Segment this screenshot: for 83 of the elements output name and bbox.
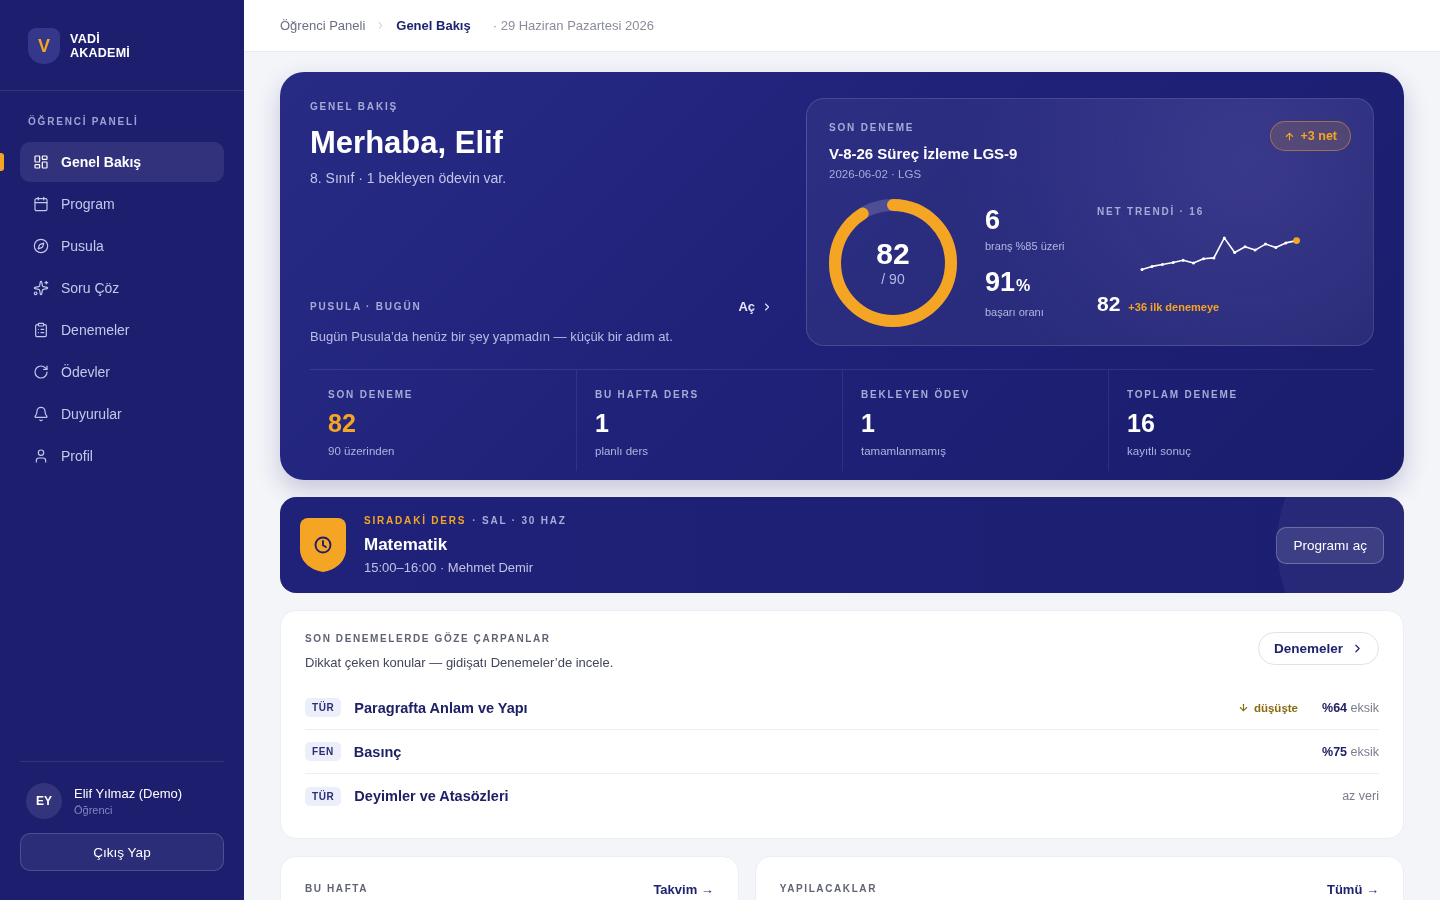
highlight-value: 6 bbox=[985, 205, 1002, 235]
sidebar-item[interactable]: Ödevler bbox=[20, 352, 224, 392]
score-max: / 90 bbox=[881, 270, 905, 288]
highlight-label: başarı oranı bbox=[985, 305, 1045, 319]
active-indicator bbox=[0, 153, 4, 171]
stat-value: 1 bbox=[595, 408, 610, 438]
exam-meta: 2026-06-02 · LGS bbox=[829, 167, 923, 181]
subject-tag: TÜR bbox=[305, 698, 342, 717]
calendar-icon bbox=[33, 196, 49, 212]
stat-value: 16 bbox=[1127, 408, 1156, 438]
stat-note: tamamlanmamış bbox=[861, 444, 947, 458]
greeting-subtitle: 8. Sınıf · 1 bekleyen ödevin var. bbox=[310, 169, 508, 187]
program-button[interactable]: Programı aç bbox=[1276, 526, 1384, 564]
net-change-value: +3 net bbox=[1300, 129, 1337, 143]
stat-note: 90 üzerinden bbox=[328, 444, 396, 458]
stat-label: BU HAFTA DERS bbox=[595, 388, 700, 401]
sidebar-item[interactable]: Duyurular bbox=[20, 394, 224, 434]
greeting-title: Merhaba, Elif bbox=[310, 125, 504, 161]
breadcrumb-link[interactable]: Öğrenci Paneli bbox=[280, 18, 366, 33]
sparkles-icon bbox=[33, 280, 49, 296]
dashboard-icon bbox=[33, 154, 49, 170]
bell-icon bbox=[33, 406, 49, 422]
highlight-value: 91% bbox=[985, 267, 1032, 299]
eyebrow-label: GENEL BAKIŞ bbox=[310, 100, 399, 113]
topic-title: Deyimler ve Atasözleri bbox=[354, 788, 510, 804]
trend-label: NET TRENDİ · 16 bbox=[1097, 205, 1205, 218]
sidebar-item[interactable]: Genel Bakış bbox=[20, 142, 224, 182]
user-role: Öğrenci bbox=[74, 802, 114, 817]
lesson-date: · SAL · 30 HAZ bbox=[472, 514, 567, 527]
stat-value: 1 bbox=[861, 408, 876, 438]
highlight-label: branş %85 üzeri bbox=[985, 239, 1066, 253]
stat-note: planlı ders bbox=[595, 444, 650, 458]
exam-title: V-8-26 Süreç İzleme LGS-9 bbox=[829, 144, 1018, 164]
lesson-subject: Matematik bbox=[364, 534, 449, 556]
exam-label: SON DENEME bbox=[829, 121, 916, 134]
clock-icon bbox=[300, 518, 346, 572]
stat-note: kayıtlı sonuç bbox=[1127, 444, 1192, 458]
user-name: Elif Yılmaz (Demo) bbox=[74, 785, 183, 802]
focus-title: SON DENEMELERDE GÖZE ÇARPANLAR bbox=[305, 632, 552, 645]
trend-value: 82 bbox=[1097, 292, 1121, 316]
header-date: · 29 Haziran Pazartesi 2026 bbox=[492, 18, 654, 33]
sidebar-item[interactable]: Program bbox=[20, 184, 224, 224]
sidebar-item[interactable]: Denemeler bbox=[20, 310, 224, 350]
compass-icon bbox=[33, 238, 49, 254]
topic-status: az veri bbox=[1342, 789, 1379, 803]
topic-status: %75 eksik bbox=[1322, 744, 1379, 759]
section-label: ÖĞRENCİ PANELİ bbox=[28, 115, 140, 128]
stat-label: BEKLEYEN ÖDEV bbox=[861, 388, 971, 401]
arrow-down-icon bbox=[1237, 702, 1249, 713]
logout-button[interactable]: Çıkış Yap bbox=[20, 833, 224, 871]
arrow-up-icon bbox=[1283, 130, 1295, 142]
breadcrumb-current: Genel Bakış bbox=[396, 18, 471, 33]
clipboard-icon bbox=[33, 322, 49, 338]
subject-tag: TÜR bbox=[305, 786, 342, 806]
stat-label: TOPLAM DENEME bbox=[1127, 388, 1239, 401]
compass-message: Bugün Pusula’da henüz bir şey yapmadın — küçük bir adım at. bbox=[310, 328, 674, 346]
compass-label: PUSULA · BUGÜN bbox=[310, 300, 422, 313]
lesson-label: SIRADAKİ DERS bbox=[364, 514, 467, 527]
subject-tag: FEN bbox=[305, 742, 341, 761]
rotate-arrow-icon bbox=[33, 364, 49, 380]
brand-name: VADİ AKADEMİ bbox=[70, 32, 131, 60]
sidebar-item[interactable]: Profil bbox=[20, 436, 224, 476]
card-link[interactable]: Tümü → bbox=[1327, 882, 1379, 897]
card-title: BU HAFTA bbox=[305, 882, 369, 895]
topic-title: Basınç bbox=[353, 743, 403, 760]
exams-button[interactable]: Denemeler bbox=[1257, 632, 1379, 665]
score-value: 82 bbox=[876, 238, 910, 270]
stat-value: 82 bbox=[328, 408, 357, 438]
open-link[interactable]: Aç bbox=[738, 299, 773, 314]
logo-mark: V bbox=[28, 28, 60, 64]
card-link[interactable]: Takvim → bbox=[653, 882, 714, 897]
sidebar-item[interactable]: Pusula bbox=[20, 226, 224, 266]
sidebar-item[interactable]: Soru Çöz bbox=[20, 268, 224, 308]
user-icon bbox=[33, 448, 49, 464]
card-title: YAPILACAKLAR bbox=[779, 882, 877, 895]
trend-delta: +36 ilk denemeye bbox=[1128, 301, 1220, 313]
focus-subtitle: Dikkat çeken konular — gidişatı Denemeler’de incele. bbox=[305, 654, 614, 672]
topic-status: %64 eksik bbox=[1322, 700, 1379, 715]
stat-label: SON DENEME bbox=[328, 388, 415, 401]
topic-title: Paragrafta Anlam ve Yapı bbox=[354, 699, 529, 716]
trend-status: düşüşte bbox=[1253, 701, 1298, 714]
lesson-details: 15:00–16:00 · Mehmet Demir bbox=[364, 560, 535, 576]
user-avatar: EY bbox=[26, 783, 62, 819]
